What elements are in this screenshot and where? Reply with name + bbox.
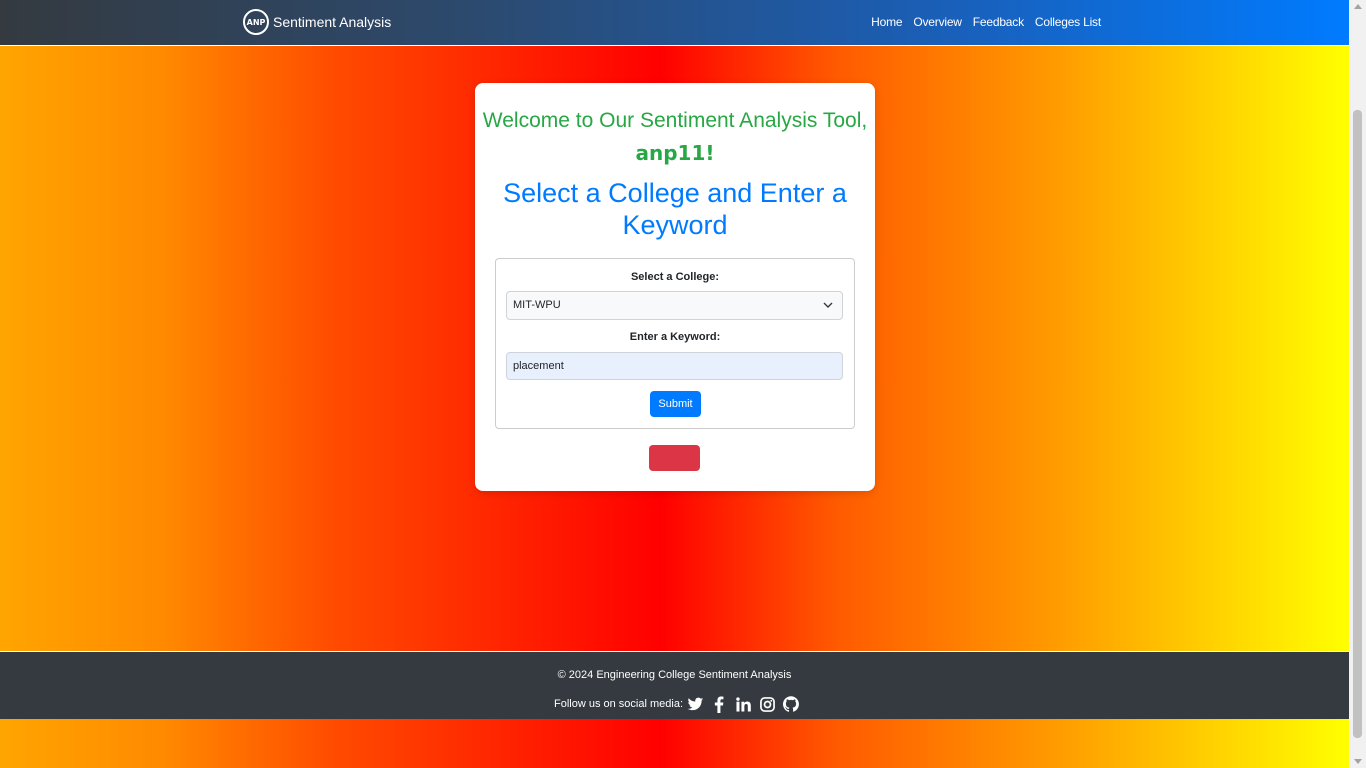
keyword-input[interactable]: placement	[506, 352, 843, 380]
welcome-message: Welcome to Our Sentiment Analysis Tool, …	[475, 105, 875, 170]
social-links: Follow us on social media:	[554, 695, 806, 713]
github-icon[interactable]	[782, 695, 800, 713]
twitter-icon[interactable]	[686, 695, 704, 713]
keyword-input-label: Enter a Keyword:	[629, 331, 721, 343]
submit-button[interactable]: Submit	[650, 391, 701, 417]
brand-title: Sentiment Analysis	[273, 14, 392, 30]
welcome-text: Welcome to Our Sentiment Analysis Tool,	[482, 109, 868, 132]
college-select-label: Select a College:	[630, 271, 720, 283]
nav-links: Home Overview Feedback Colleges List	[871, 15, 1101, 29]
scroll-down-icon[interactable]	[1354, 759, 1362, 764]
nav-colleges-list-link[interactable]: Colleges List	[1035, 15, 1101, 29]
follow-label: Follow us on social media:	[554, 698, 684, 710]
linkedin-icon[interactable]	[734, 695, 752, 713]
brand[interactable]: ANP Sentiment Analysis	[243, 9, 391, 35]
scrollbar-thumb[interactable]	[1353, 110, 1362, 738]
facebook-icon[interactable]	[710, 695, 728, 713]
nav-overview-link[interactable]: Overview	[913, 15, 962, 29]
instagram-icon[interactable]	[758, 695, 776, 713]
college-select[interactable]: MIT-WPU	[506, 291, 843, 320]
search-form: Select a College: MIT-WPU Enter a Keywor…	[495, 258, 855, 429]
college-select-value: MIT-WPU	[513, 299, 561, 311]
keyword-input-value: placement	[513, 360, 564, 372]
navbar: ANP Sentiment Analysis Home Overview Fee…	[0, 0, 1349, 46]
page-heading: Select a College and Enter a Keyword	[503, 178, 847, 240]
nav-feedback-link[interactable]: Feedback	[973, 15, 1024, 29]
vertical-scrollbar[interactable]	[1349, 0, 1366, 768]
chevron-down-icon	[823, 302, 833, 308]
footer: © 2024 Engineering College Sentiment Ana…	[0, 651, 1349, 719]
scroll-up-icon[interactable]	[1354, 4, 1362, 9]
copyright-text: © 2024 Engineering College Sentiment Ana…	[557, 669, 792, 681]
main-card: Welcome to Our Sentiment Analysis Tool, …	[475, 83, 875, 491]
page-background: ANP Sentiment Analysis Home Overview Fee…	[0, 0, 1349, 768]
username: anp11!	[635, 141, 715, 165]
danger-button[interactable]	[649, 445, 700, 471]
nav-home-link[interactable]: Home	[871, 15, 902, 29]
brand-logo: ANP	[243, 9, 269, 35]
